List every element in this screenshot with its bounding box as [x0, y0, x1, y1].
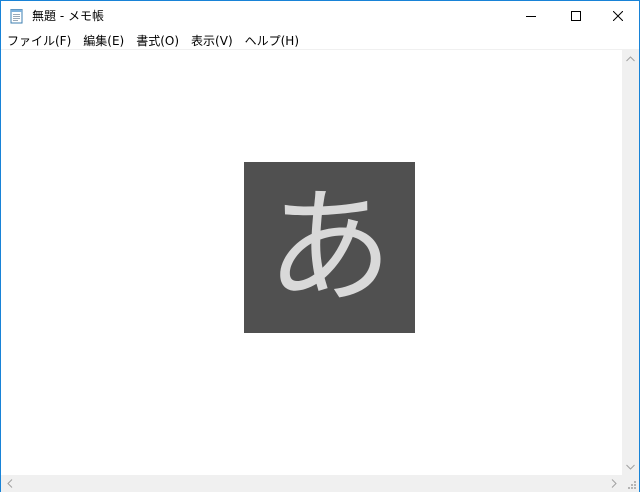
chevron-right-icon[interactable] — [605, 475, 622, 492]
title-bar[interactable]: 無題 - メモ帳 — [1, 1, 639, 31]
close-button[interactable] — [595, 1, 640, 30]
vertical-scrollbar[interactable] — [622, 50, 639, 475]
close-icon — [612, 10, 623, 21]
menu-file[interactable]: ファイル(F) — [1, 32, 76, 50]
maximize-icon — [570, 10, 581, 21]
notepad-window: 無題 - メモ帳 ファイル(F) 編集(E) 書式(O) 表示(V) ヘルプ(H… — [0, 0, 640, 492]
minimize-icon — [525, 11, 536, 21]
menu-help[interactable]: ヘルプ(H) — [238, 32, 304, 50]
minimize-button[interactable] — [508, 1, 553, 30]
notepad-app-icon[interactable] — [9, 8, 25, 24]
chevron-up-icon[interactable] — [622, 50, 639, 67]
menu-bar: ファイル(F) 編集(E) 書式(O) 表示(V) ヘルプ(H) — [1, 31, 639, 50]
hiragana-a-glyph: あ — [266, 173, 393, 321]
menu-format[interactable]: 書式(O) — [129, 32, 184, 50]
horizontal-scrollbar[interactable] — [1, 475, 622, 492]
resize-grip-icon — [628, 481, 636, 489]
menu-view[interactable]: 表示(V) — [184, 32, 238, 50]
chevron-left-icon[interactable] — [1, 475, 18, 492]
resize-grip[interactable] — [622, 475, 639, 492]
window-title: 無題 - メモ帳 — [32, 9, 104, 23]
maximize-button[interactable] — [553, 1, 598, 30]
ime-hiragana-indicator: あ — [244, 162, 415, 333]
chevron-down-icon[interactable] — [622, 458, 639, 475]
menu-edit[interactable]: 編集(E) — [76, 32, 129, 50]
text-editor-area[interactable]: あ — [1, 50, 622, 475]
